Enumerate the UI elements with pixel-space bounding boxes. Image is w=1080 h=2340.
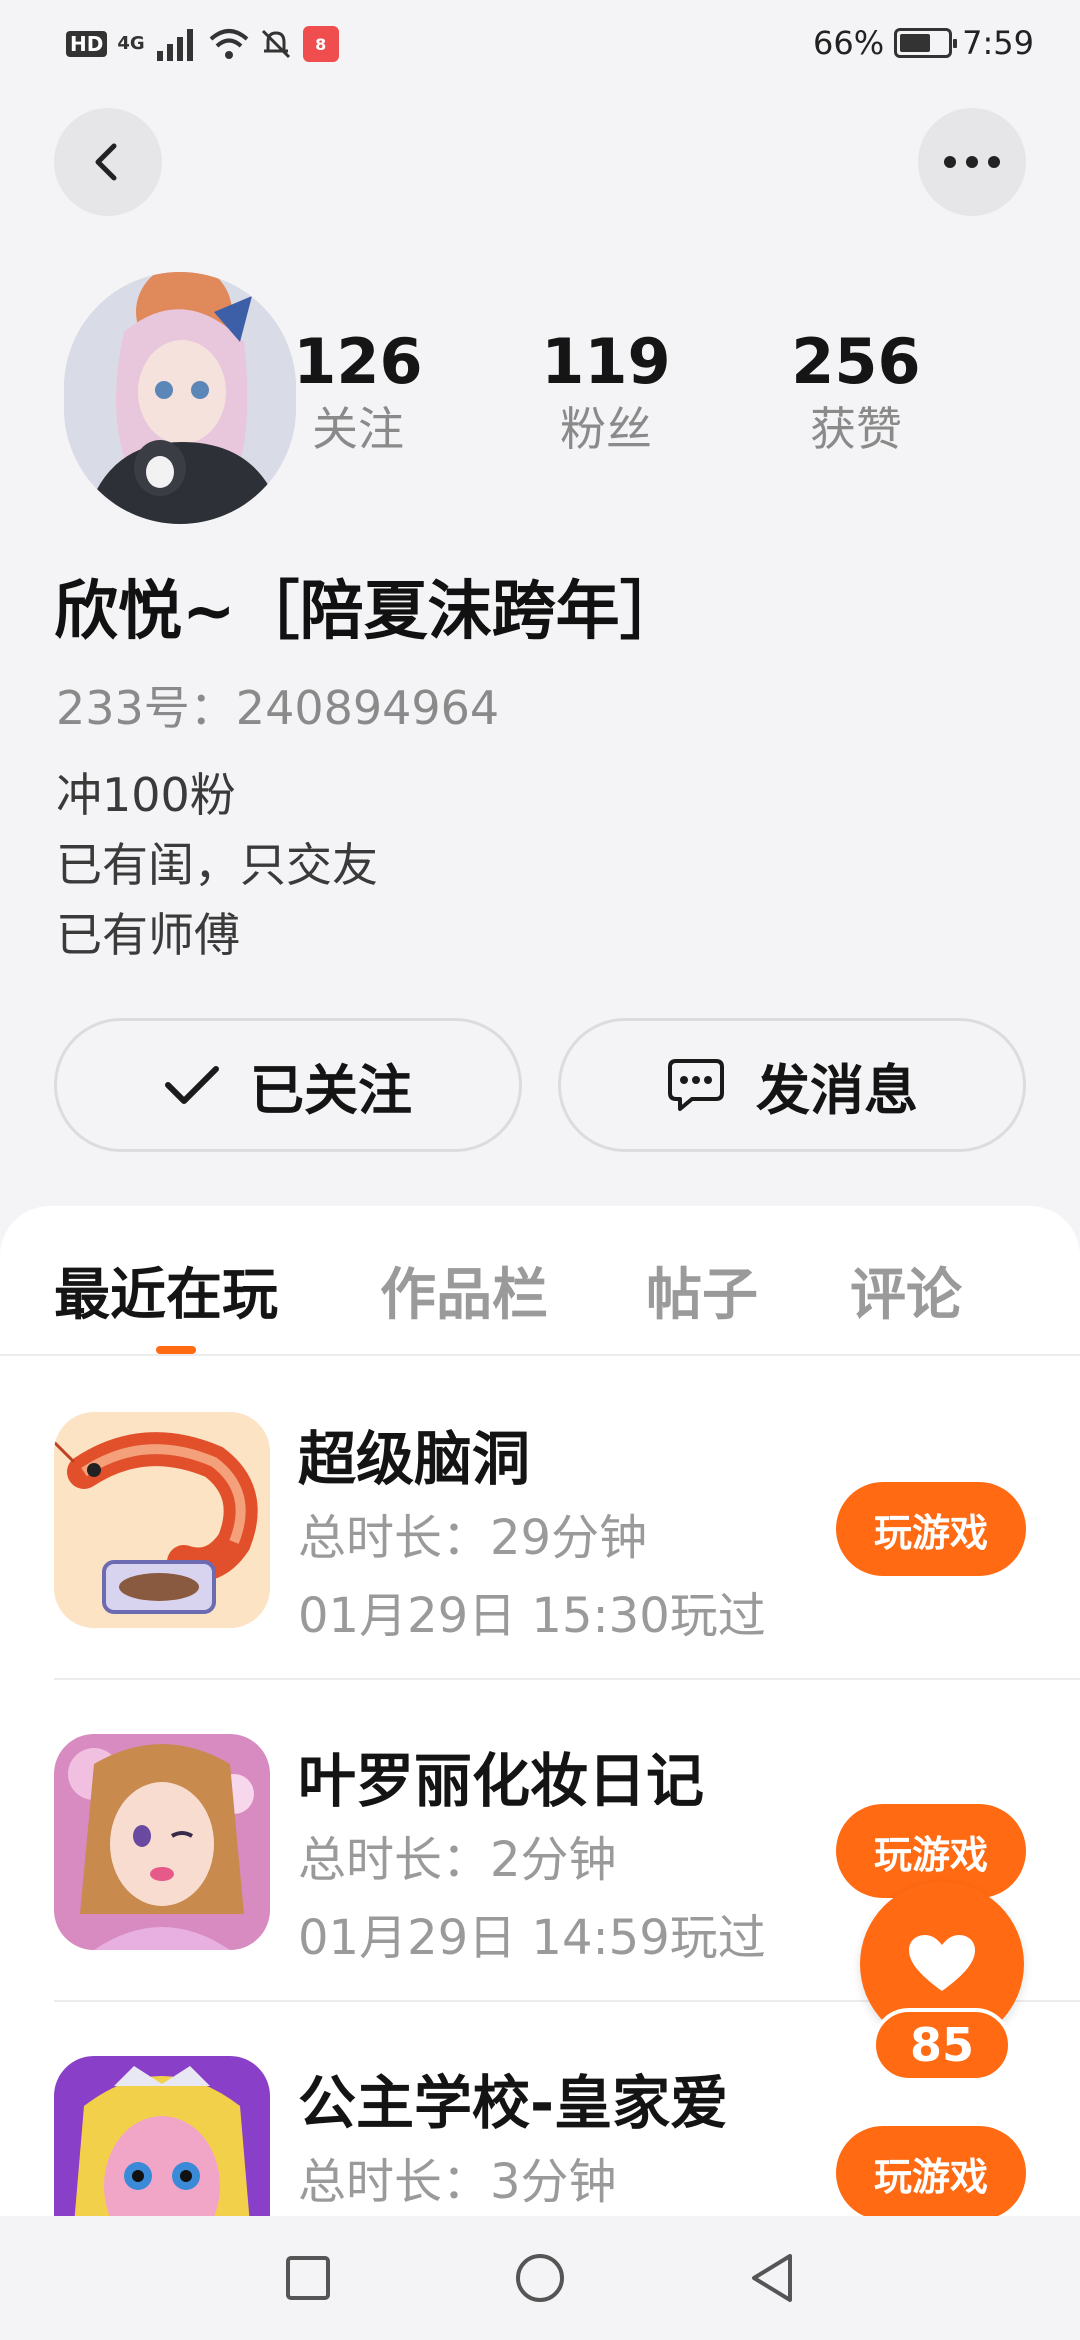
fans-label: 粉丝 xyxy=(560,402,652,456)
more-button[interactable] xyxy=(918,108,1026,216)
message-button[interactable]: 发消息 xyxy=(558,1018,1026,1152)
battery-percent: 66% xyxy=(813,24,885,62)
following-count: 126 xyxy=(293,325,423,398)
game-title: 叶罗丽化妆日记 xyxy=(298,1747,705,1815)
home-button[interactable] xyxy=(510,2248,570,2308)
user-id: 233号：240894964 xyxy=(56,681,500,735)
bio: 冲100粉 已有闺，只交友 已有师傅 xyxy=(56,760,378,970)
signal-icon xyxy=(156,29,193,61)
mute-bell-icon xyxy=(261,29,290,59)
circle-icon xyxy=(516,2254,564,2302)
nav-back-button[interactable] xyxy=(742,2248,802,2308)
tab-recently-played[interactable]: 最近在玩 xyxy=(54,1250,278,1331)
game-title: 公主学校-皇家爱 xyxy=(298,2069,729,2137)
bio-line: 已有闺，只交友 xyxy=(56,838,378,892)
recents-button[interactable] xyxy=(278,2248,338,2308)
tab-comments[interactable]: 评论 xyxy=(850,1250,962,1331)
chat-bubble-icon xyxy=(668,1059,724,1111)
likes-count: 256 xyxy=(791,325,921,398)
triangle-back-icon xyxy=(752,2254,792,2302)
battery-icon xyxy=(894,28,958,58)
game-duration: 总时长：3分钟 xyxy=(298,2154,617,2210)
network-type: 4G xyxy=(117,33,145,54)
game-icon-princess[interactable] xyxy=(54,2056,270,2216)
system-nav-bar xyxy=(0,2216,1080,2340)
stat-likes[interactable]: 256 获赞 xyxy=(776,326,936,460)
game-last-played: 01月29日 14:59玩过 xyxy=(298,1910,766,1966)
hd-indicator: HD xyxy=(66,31,108,57)
game-title: 超级脑洞 xyxy=(298,1425,531,1493)
likes-label: 获赞 xyxy=(810,402,902,456)
game-list-item[interactable]: 超级脑洞 总时长：29分钟 01月29日 15:30玩过 玩游戏 xyxy=(54,1358,1080,1680)
avatar[interactable] xyxy=(64,272,296,524)
nickname: 欣悦~［陪夏沫跨年］ xyxy=(54,575,684,649)
status-left: HD 4G 8 xyxy=(66,26,339,62)
tab-works[interactable]: 作品栏 xyxy=(380,1250,548,1331)
game-duration: 总时长：29分钟 xyxy=(298,1510,648,1566)
status-right: 66% 7:59 xyxy=(813,24,1034,62)
bio-line: 已有师傅 xyxy=(56,908,240,962)
tab-indicator xyxy=(156,1346,196,1354)
play-game-button[interactable]: 玩游戏 xyxy=(836,1482,1026,1576)
stat-fans[interactable]: 119 粉丝 xyxy=(526,326,686,460)
follow-button[interactable]: 已关注 xyxy=(54,1018,522,1152)
heart-icon xyxy=(909,1935,975,1991)
message-button-label: 发消息 xyxy=(756,1058,918,1122)
stat-following[interactable]: 126 关注 xyxy=(278,326,438,460)
game-icon-makeup[interactable] xyxy=(54,1734,270,1950)
fans-count: 119 xyxy=(541,325,671,398)
square-icon xyxy=(286,2256,330,2300)
more-horizontal-icon xyxy=(944,156,1000,168)
play-game-button[interactable]: 玩游戏 xyxy=(836,2126,1026,2216)
wifi-icon xyxy=(209,29,248,59)
game-last-played: 01月29日 15:30玩过 xyxy=(298,1588,766,1644)
game-icon-shrimp[interactable] xyxy=(54,1412,270,1628)
clock: 7:59 xyxy=(962,24,1034,62)
like-count-badge[interactable]: 85 xyxy=(872,2008,1012,2082)
game-duration: 总时长：2分钟 xyxy=(298,1832,617,1888)
status-bar: HD 4G 8 66% 7:59 xyxy=(0,0,1080,90)
bio-line: 冲100粉 xyxy=(56,768,236,822)
app-notification-icon: 8 xyxy=(302,26,339,62)
tab-posts[interactable]: 帖子 xyxy=(646,1250,758,1331)
tab-bar: 最近在玩 作品栏 帖子 评论 xyxy=(0,1206,1080,1356)
chevron-left-icon xyxy=(95,143,117,181)
back-button[interactable] xyxy=(54,108,162,216)
check-icon xyxy=(165,1066,219,1104)
follow-button-label: 已关注 xyxy=(250,1058,412,1122)
following-label: 关注 xyxy=(312,402,404,456)
